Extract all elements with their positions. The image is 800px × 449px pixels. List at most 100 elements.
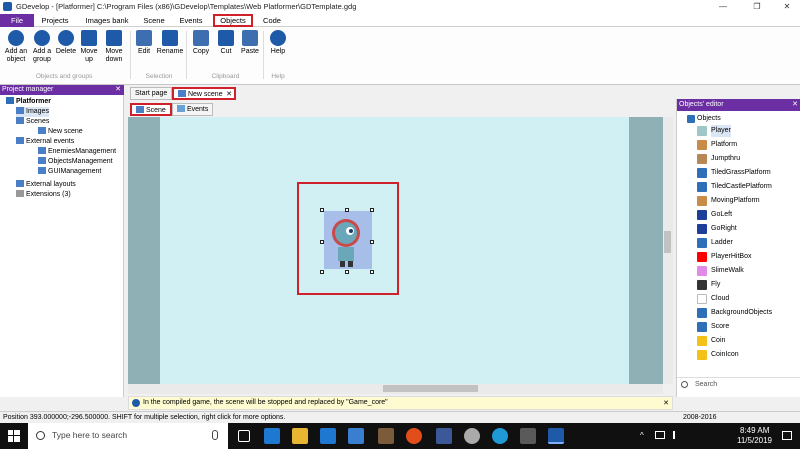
file-explorer-icon[interactable] <box>292 428 308 444</box>
tree-item-platformer[interactable]: Platformer <box>6 97 51 107</box>
move-up-button[interactable]: Move up <box>79 30 99 64</box>
maximize-button[interactable]: ❐ <box>742 0 772 14</box>
tab-scene-view[interactable]: Scene <box>130 103 172 116</box>
object-item-player[interactable]: Player <box>697 125 731 137</box>
calculator-icon[interactable] <box>520 428 536 444</box>
add-group-button[interactable]: Add a group <box>30 30 54 64</box>
object-item-slimewalk[interactable]: SlimeWalk <box>697 265 744 277</box>
object-item-score[interactable]: Score <box>697 321 729 333</box>
object-item-goright[interactable]: GoRight <box>697 223 737 235</box>
resize-handle[interactable] <box>320 208 324 212</box>
tab-objects[interactable]: Objects <box>213 14 253 27</box>
objects-editor-close-icon[interactable]: ✕ <box>792 99 798 111</box>
resize-handle[interactable] <box>345 270 349 274</box>
object-item-ladder[interactable]: Ladder <box>697 237 733 249</box>
notifications-icon[interactable] <box>782 431 792 440</box>
tree-item-scenes[interactable]: Scenes <box>16 117 49 127</box>
horizontal-scrollbar[interactable] <box>128 384 663 394</box>
paint-icon[interactable] <box>378 428 394 444</box>
tree-item-external-layouts[interactable]: External layouts <box>16 180 76 190</box>
resize-handle[interactable] <box>370 208 374 212</box>
tab-close-icon[interactable]: ✕ <box>226 89 232 100</box>
taskbar-date[interactable]: 11/5/2019 <box>737 436 772 445</box>
edit-button[interactable]: Edit <box>134 30 154 56</box>
object-item-tiledcastleplatform[interactable]: TiledCastlePlatform <box>697 181 772 193</box>
add-object-button[interactable]: Add an object <box>2 30 30 64</box>
object-thumbnail-icon <box>697 168 707 178</box>
group-selection: Selection <box>145 73 173 80</box>
resize-handle[interactable] <box>370 240 374 244</box>
delete-button[interactable]: Delete <box>54 30 78 56</box>
object-item-playerhitbox[interactable]: PlayerHitBox <box>697 251 751 263</box>
object-item-jumpthru[interactable]: Jumpthru <box>697 153 740 165</box>
windows-start-icon[interactable] <box>8 430 20 442</box>
taskbar-time[interactable]: 8:49 AM <box>740 426 769 435</box>
copy-button[interactable]: Copy <box>190 30 212 56</box>
network-icon[interactable] <box>655 431 665 439</box>
facebook-icon[interactable] <box>436 428 452 444</box>
object-item-goleft[interactable]: GoLeft <box>697 209 732 221</box>
tab-images-bank[interactable]: Images bank <box>82 14 132 27</box>
object-item-movingplatform[interactable]: MovingPlatform <box>697 195 760 207</box>
tab-file[interactable]: File <box>0 14 34 27</box>
scrollbar-thumb[interactable] <box>383 385 478 392</box>
project-manager-close-icon[interactable]: ✕ <box>115 85 121 95</box>
tab-events-view[interactable]: Events <box>172 103 214 116</box>
volume-icon[interactable] <box>673 431 681 439</box>
object-item-tiledgrassplatform[interactable]: TiledGrassPlatform <box>697 167 771 179</box>
store-icon[interactable] <box>320 428 336 444</box>
minimize-button[interactable]: — <box>708 0 738 14</box>
task-view-icon[interactable] <box>238 430 250 442</box>
objects-search-box[interactable]: Search <box>677 377 800 393</box>
gdevelop-taskbar-icon[interactable] <box>548 428 564 444</box>
object-item-fly[interactable]: Fly <box>697 279 720 291</box>
move-down-button[interactable]: Move down <box>103 30 125 64</box>
cut-button[interactable]: Cut <box>216 30 236 56</box>
tree-item-extensions[interactable]: Extensions (3) <box>16 190 71 200</box>
skype-icon[interactable] <box>492 428 508 444</box>
tab-code[interactable]: Code <box>258 14 286 27</box>
taskbar-search-box[interactable]: Type here to search <box>28 423 228 449</box>
tab-start-page[interactable]: Start page <box>130 87 173 100</box>
object-item-backgroundobjects[interactable]: BackgroundObjects <box>697 307 772 319</box>
tab-new-scene[interactable]: New scene ✕ <box>172 87 236 100</box>
close-button[interactable]: ✕ <box>772 0 800 14</box>
paste-button[interactable]: Paste <box>240 30 260 56</box>
tree-item-label: Images <box>26 108 49 115</box>
tree-item-label: Platformer <box>16 98 52 105</box>
rename-button[interactable]: Rename <box>156 30 184 56</box>
resize-handle[interactable] <box>320 270 324 274</box>
edge-icon[interactable] <box>264 428 280 444</box>
tree-item-gui-management[interactable]: GUIManagement <box>38 167 101 177</box>
move-down-label: Move down <box>105 48 123 63</box>
resize-handle[interactable] <box>370 270 374 274</box>
tree-item-objects-management[interactable]: ObjectsManagement <box>38 157 113 167</box>
microphone-icon[interactable] <box>212 430 218 440</box>
info-close-icon[interactable]: ✕ <box>663 399 669 407</box>
app-icon[interactable] <box>406 428 422 444</box>
objects-root[interactable]: Objects <box>687 113 721 125</box>
object-item-platform[interactable]: Platform <box>697 139 737 151</box>
show-hidden-icons-icon[interactable]: ^ <box>640 431 644 440</box>
object-item-coin[interactable]: Coin <box>697 335 725 347</box>
object-item-coinicon[interactable]: CoinIcon <box>697 349 739 361</box>
tree-item-new-scene[interactable]: New scene <box>38 127 83 137</box>
resize-handle[interactable] <box>320 240 324 244</box>
paste-icon <box>242 30 258 46</box>
object-item-cloud[interactable]: Cloud <box>697 293 729 305</box>
player-object[interactable] <box>324 211 372 269</box>
vertical-scrollbar[interactable] <box>663 117 673 384</box>
tree-item-label: GUIManagement <box>48 168 102 175</box>
tab-events[interactable]: Events <box>176 14 206 27</box>
resize-handle[interactable] <box>345 208 349 212</box>
tab-projects[interactable]: Projects <box>38 14 72 27</box>
tree-item-external-events[interactable]: External events <box>16 137 74 147</box>
settings-gear-icon[interactable] <box>464 428 480 444</box>
help-button[interactable]: Help <box>268 30 288 56</box>
tree-item-images[interactable]: Images <box>16 107 49 117</box>
add-group-icon <box>34 30 50 46</box>
scrollbar-thumb[interactable] <box>664 231 671 253</box>
tab-scene[interactable]: Scene <box>140 14 168 27</box>
tree-item-enemies-management[interactable]: EnemiesManagement <box>38 147 116 157</box>
mail-icon[interactable] <box>348 428 364 444</box>
